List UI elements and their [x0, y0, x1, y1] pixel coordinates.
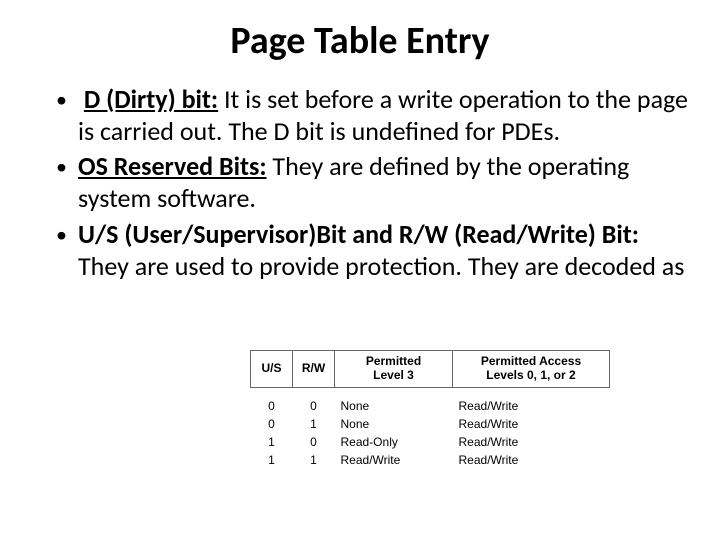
- cell-pa: Read/Write: [453, 387, 610, 414]
- cell-us: 0: [251, 387, 293, 414]
- list-item: OS Reserved Bits: They are defined by th…: [30, 151, 690, 214]
- table-row: 0 1 None Read/Write: [251, 414, 610, 432]
- bullet-label: D (Dirty) bit:: [84, 83, 218, 115]
- th-line: Level 3: [373, 368, 414, 382]
- bullet-list: D (Dirty) bit: It is set before a write …: [30, 84, 690, 282]
- table-row: 0 0 None Read/Write: [251, 387, 610, 414]
- th-rw: R/W: [293, 351, 335, 388]
- cell-pa: Read/Write: [453, 450, 610, 468]
- th-line: Permitted: [366, 354, 421, 368]
- bullet-text: They are used to provide protection. The…: [78, 250, 684, 282]
- slide: Page Table Entry D (Dirty) bit: It is se…: [0, 0, 720, 540]
- cell-us: 1: [251, 432, 293, 450]
- cell-p3: None: [335, 387, 453, 414]
- cell-rw: 1: [293, 414, 335, 432]
- cell-rw: 0: [293, 387, 335, 414]
- page-title: Page Table Entry: [30, 18, 690, 64]
- bullet-label: U/S (User/Supervisor)Bit and R/W (Read/W…: [78, 218, 639, 250]
- cell-pa: Read/Write: [453, 414, 610, 432]
- th-us: U/S: [251, 351, 293, 388]
- protection-table: U/S R/W PermittedLevel 3 Permitted Acces…: [250, 350, 610, 468]
- th-line: Permitted Access: [481, 354, 581, 368]
- table-row: 1 0 Read-Only Read/Write: [251, 432, 610, 450]
- th-permitted-l3: PermittedLevel 3: [335, 351, 453, 388]
- list-item: U/S (User/Supervisor)Bit and R/W (Read/W…: [30, 219, 690, 282]
- cell-us: 0: [251, 414, 293, 432]
- cell-p3: None: [335, 414, 453, 432]
- cell-p3: Read/Write: [335, 450, 453, 468]
- cell-rw: 1: [293, 450, 335, 468]
- cell-us: 1: [251, 450, 293, 468]
- bullet-label: OS Reserved Bits:: [78, 150, 267, 182]
- table-header-row: U/S R/W PermittedLevel 3 Permitted Acces…: [251, 351, 610, 388]
- cell-pa: Read/Write: [453, 432, 610, 450]
- th-permitted-access: Permitted AccessLevels 0, 1, or 2: [453, 351, 610, 388]
- table: U/S R/W PermittedLevel 3 Permitted Acces…: [250, 350, 610, 468]
- cell-rw: 0: [293, 432, 335, 450]
- th-line: Levels 0, 1, or 2: [486, 368, 575, 382]
- list-item: D (Dirty) bit: It is set before a write …: [30, 84, 690, 147]
- table-row: 1 1 Read/Write Read/Write: [251, 450, 610, 468]
- cell-p3: Read-Only: [335, 432, 453, 450]
